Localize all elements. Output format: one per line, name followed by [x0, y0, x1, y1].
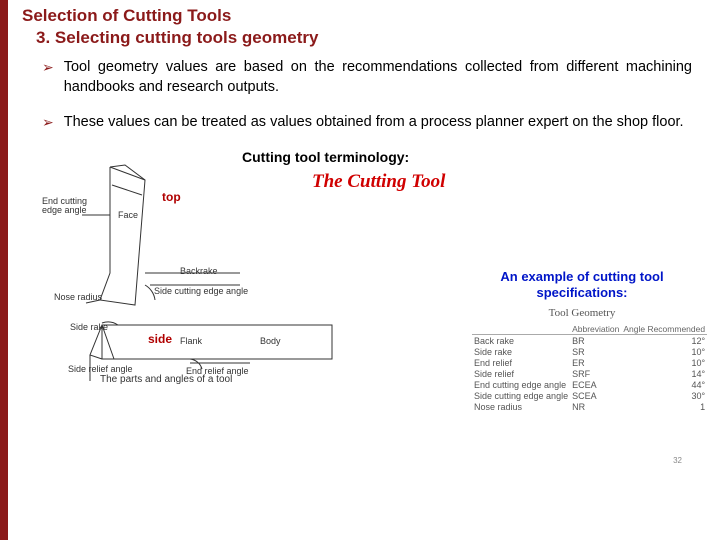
cell: SR	[570, 346, 621, 357]
cell: End cutting edge angle	[472, 379, 570, 390]
cell: BR	[570, 335, 621, 347]
diagram-caption: The parts and angles of a tool	[100, 374, 232, 385]
cell: NR	[570, 401, 621, 412]
table-row: Back rakeBR12°	[472, 335, 707, 347]
bullet-list: ➢ Tool geometry values are based on the …	[42, 58, 692, 133]
list-item: ➢ Tool geometry values are based on the …	[42, 58, 692, 97]
cell: End relief	[472, 357, 570, 368]
bullet-text: Tool geometry values are based on the re…	[64, 58, 692, 97]
cell: 12°	[621, 335, 707, 347]
table-row: Side reliefSRF14°	[472, 368, 707, 379]
label-backrake: Backrake	[180, 267, 218, 276]
cell: 44°	[621, 379, 707, 390]
spec-block: An example of cutting tool specification…	[472, 269, 692, 413]
label-side-cutting-edge-angle: Side cutting edge angle	[154, 287, 248, 296]
cell: 30°	[621, 390, 707, 401]
bullet-marker-icon: ➢	[42, 113, 54, 133]
slide-title: Selection of Cutting Tools	[22, 6, 702, 26]
cell: 10°	[621, 357, 707, 368]
cell: Side relief	[472, 368, 570, 379]
table-row: Nose radiusNR1	[472, 401, 707, 412]
table-header-row: Abbreviation Angle Recommended	[472, 323, 707, 335]
label-side-rake: Side rake	[70, 323, 108, 332]
cell: 10°	[621, 346, 707, 357]
spec-header: Tool Geometry	[472, 307, 692, 319]
table-row: End cutting edge angleECEA44°	[472, 379, 707, 390]
cell: ER	[570, 357, 621, 368]
page-number: 32	[673, 456, 682, 465]
tool-diagram: End cutting edge angle top Face Nose rad…	[40, 155, 370, 415]
label-flank: Flank	[180, 337, 202, 346]
cell: Nose radius	[472, 401, 570, 412]
list-item: ➢ These values can be treated as values …	[42, 113, 692, 133]
cell: 1	[621, 401, 707, 412]
label-top: top	[162, 191, 181, 204]
cell: SRF	[570, 368, 621, 379]
th-abbrev: Abbreviation	[570, 323, 621, 335]
label-side: side	[148, 333, 172, 346]
spec-table: Abbreviation Angle Recommended Back rake…	[472, 323, 707, 412]
cell: ECEA	[570, 379, 621, 390]
spec-title: An example of cutting tool specification…	[472, 269, 692, 302]
label-end-cutting-edge-angle: End cutting edge angle	[42, 197, 90, 216]
th-name	[472, 323, 570, 335]
cell: Back rake	[472, 335, 570, 347]
cell: Side cutting edge angle	[472, 390, 570, 401]
label-body: Body	[260, 337, 281, 346]
table-row: Side cutting edge angleSCEA30°	[472, 390, 707, 401]
bullet-text: These values can be treated as values ob…	[64, 113, 684, 133]
figure-area: Cutting tool terminology: The Cutting To…	[22, 149, 702, 469]
cell: Side rake	[472, 346, 570, 357]
bullet-marker-icon: ➢	[42, 58, 54, 97]
table-row: Side rakeSR10°	[472, 346, 707, 357]
cell: SCEA	[570, 390, 621, 401]
cell: 14°	[621, 368, 707, 379]
slide-subtitle: 3. Selecting cutting tools geometry	[36, 28, 702, 48]
slide: Selection of Cutting Tools 3. Selecting …	[8, 0, 720, 540]
label-face: Face	[118, 211, 138, 220]
table-row: End reliefER10°	[472, 357, 707, 368]
label-nose-radius: Nose radius	[54, 293, 102, 302]
th-angle: Angle Recommended	[621, 323, 707, 335]
